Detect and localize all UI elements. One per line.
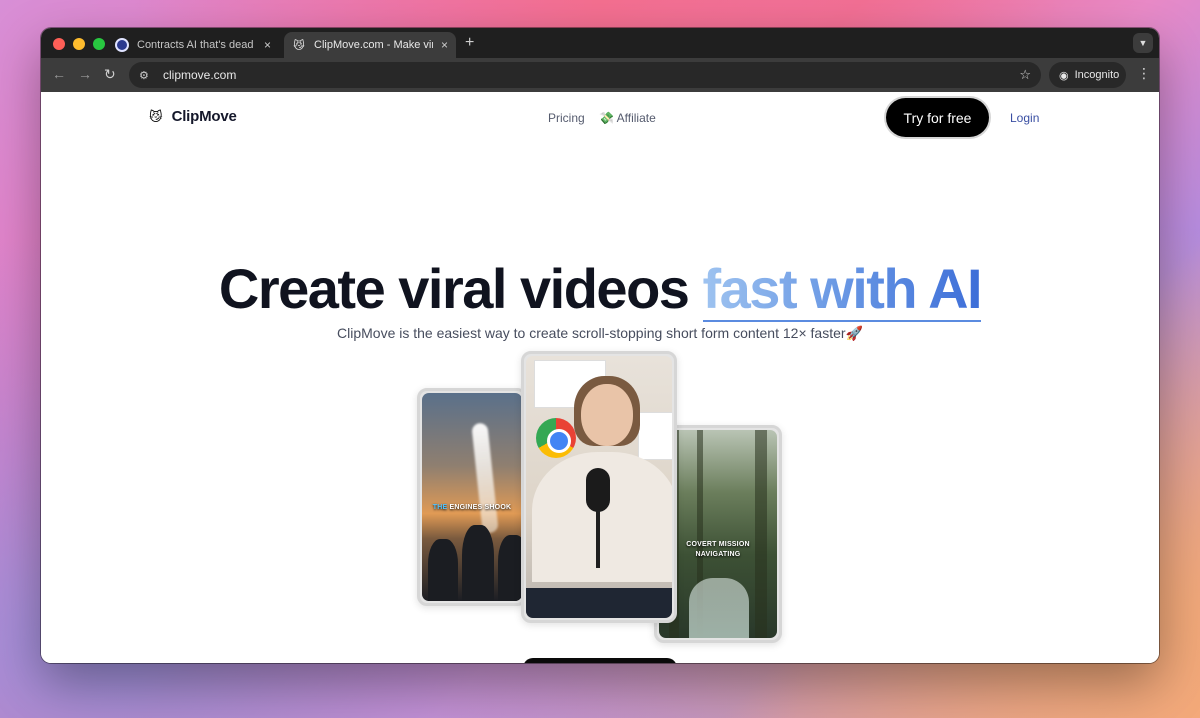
mic-stand-image	[596, 510, 600, 568]
bottom-cta-button[interactable]	[523, 658, 677, 663]
tab-title: ClipMove.com - Make viral videos	[314, 39, 433, 51]
new-tab-button[interactable]: +	[465, 34, 474, 52]
maximize-window-button[interactable]	[93, 38, 105, 50]
person-face-image	[581, 384, 633, 446]
incognito-badge[interactable]: ◉ Incognito	[1049, 62, 1126, 88]
cat-emoji-icon: 😼	[293, 39, 305, 52]
video-caption: THE ENGINES SHOOK	[432, 504, 512, 511]
browser-toolbar: ← → ↻ ⚙ clipmove.com ☆ ◉ Incognito ⋮	[41, 58, 1159, 92]
minimize-window-button[interactable]	[73, 38, 85, 50]
tab-clipmove[interactable]: 😼 ClipMove.com - Make viral videos ×	[284, 32, 456, 58]
waterfall-image	[689, 578, 749, 638]
web-page: 😼 ClipMove Pricing 💸 Affiliate Try for f…	[41, 92, 1159, 663]
hero-title-main: Create viral videos	[218, 257, 703, 320]
address-bar[interactable]: ⚙ clipmove.com ☆	[129, 62, 1041, 88]
rocket-trail-image	[471, 422, 499, 534]
nav-link-pricing[interactable]: Pricing	[548, 111, 585, 125]
hero-subtitle: ClipMove is the easiest way to create sc…	[337, 325, 863, 341]
reload-icon[interactable]: ↻	[104, 66, 116, 83]
circle-logo-icon	[115, 38, 129, 52]
tab-title: Contracts AI that's dead easy	[137, 39, 256, 51]
back-arrow-icon[interactable]: ←	[52, 66, 66, 82]
hero-title: Create viral videos fast with AI	[41, 256, 1159, 322]
video-preview-rocket: THE ENGINES SHOOK	[417, 388, 527, 606]
chrome-logo-icon	[536, 418, 576, 458]
video-thumbnail: THE ENGINES SHOOK	[422, 393, 522, 601]
desk-image	[526, 588, 672, 618]
nav-link-affiliate[interactable]: 💸 Affiliate	[599, 111, 656, 125]
logo-text: ClipMove	[171, 108, 237, 125]
screenshot-card-image	[638, 412, 672, 460]
browser-menu-icon[interactable]: ⋮	[1137, 65, 1151, 82]
window-controls	[53, 38, 105, 50]
close-window-button[interactable]	[53, 38, 65, 50]
login-link[interactable]: Login	[1010, 111, 1039, 125]
cat-logo-icon: 😼	[149, 108, 163, 124]
browser-window: Contracts AI that's dead easy × 😼 ClipMo…	[41, 28, 1159, 663]
tab-close-icon[interactable]: ×	[264, 38, 271, 52]
tab-contracts-ai[interactable]: Contracts AI that's dead easy ×	[107, 32, 279, 58]
url-text: clipmove.com	[163, 68, 237, 82]
forward-arrow-icon[interactable]: →	[78, 66, 92, 82]
incognito-label: Incognito	[1074, 69, 1120, 81]
tab-close-icon[interactable]: ×	[441, 38, 448, 52]
hero-title-accent: fast with AI	[702, 257, 983, 322]
video-thumbnail	[526, 356, 672, 618]
site-settings-icon[interactable]: ⚙	[139, 69, 153, 82]
tab-strip: Contracts AI that's dead easy × 😼 ClipMo…	[41, 28, 1159, 58]
video-preview-podcast	[521, 351, 677, 623]
tab-search-chevron-icon[interactable]: ▼	[1133, 33, 1153, 53]
site-logo[interactable]: 😼 ClipMove	[149, 108, 237, 125]
bookmark-star-icon[interactable]: ☆	[1019, 67, 1031, 83]
try-for-free-button[interactable]: Try for free	[886, 98, 989, 137]
people-silhouettes-image	[422, 521, 522, 601]
microphone-icon	[586, 468, 610, 512]
incognito-icon: ◉	[1059, 69, 1069, 82]
